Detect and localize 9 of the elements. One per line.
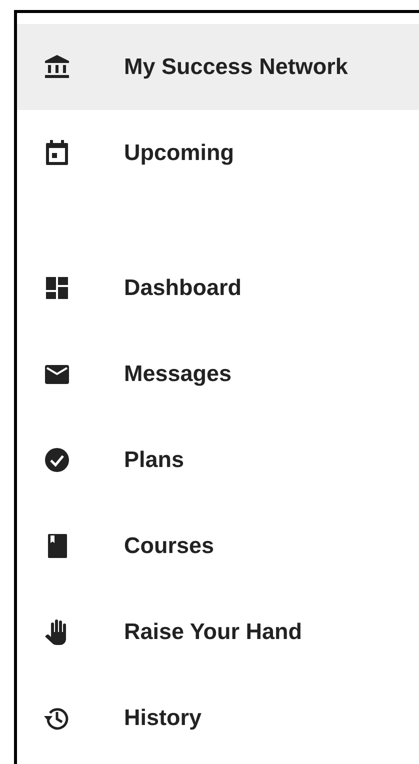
nav-item[interactable]: Raise Your Hand [17, 589, 419, 675]
check-circle-icon [42, 445, 72, 475]
nav-item[interactable]: Messages [17, 331, 419, 417]
nav-item[interactable]: Courses [17, 503, 419, 589]
nav-item[interactable]: Dashboard [17, 245, 419, 331]
nav-item[interactable]: Plans [17, 417, 419, 503]
nav-item[interactable]: History [17, 675, 419, 761]
nav-item[interactable]: My Success Network [17, 24, 419, 110]
nav-item[interactable]: Upcoming [17, 110, 419, 196]
